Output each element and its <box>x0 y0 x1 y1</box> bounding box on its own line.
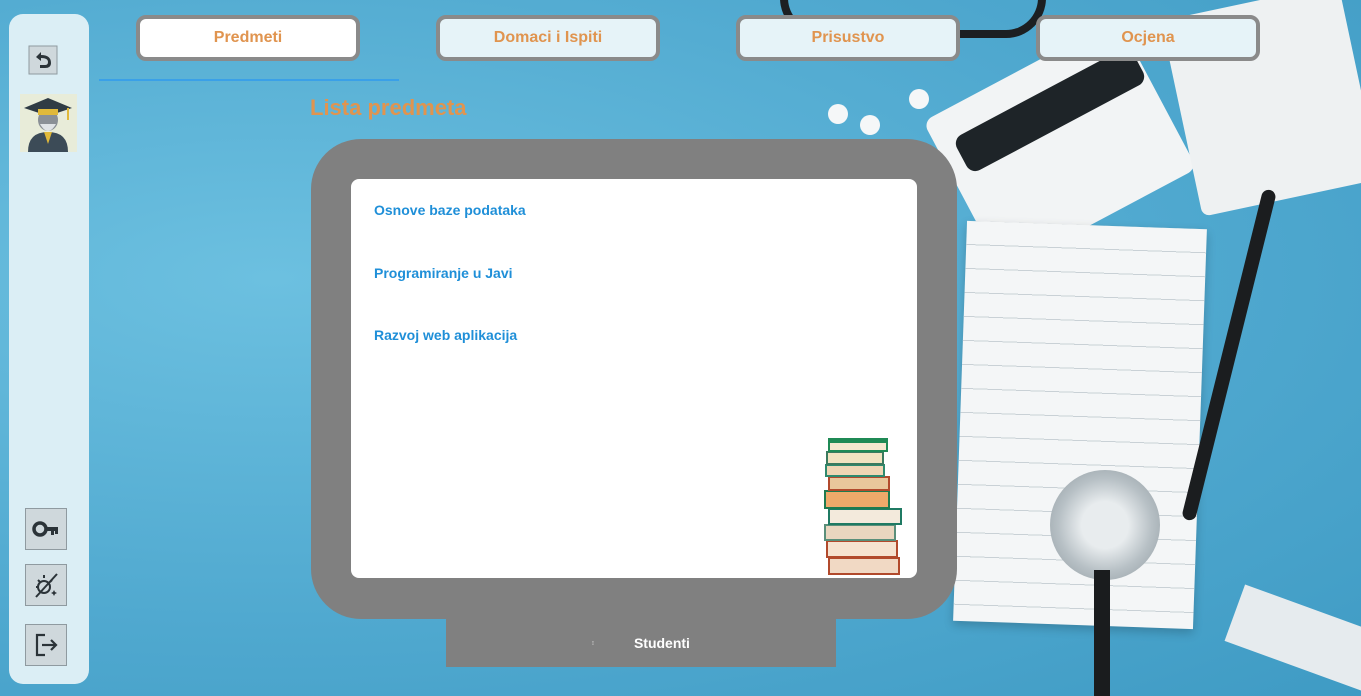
students-tab-label: Studenti <box>633 635 690 651</box>
pill-decoration <box>860 115 880 135</box>
theme-toggle-button[interactable] <box>25 564 67 606</box>
tab-prisustvo[interactable]: Prisustvo <box>736 15 960 61</box>
tab-marker: ⁝ <box>592 640 594 647</box>
ruler-decoration <box>1224 584 1361 696</box>
logout-icon <box>35 633 58 657</box>
list-item[interactable]: Razvoj web aplikacija <box>374 327 517 343</box>
books-illustration <box>824 438 902 575</box>
tab-ocjena[interactable]: Ocjena <box>1036 15 1260 61</box>
key-icon <box>32 521 58 537</box>
tab-predmeti[interactable]: Predmeti <box>136 15 360 61</box>
logout-button[interactable] <box>25 624 67 666</box>
student-avatar[interactable] <box>20 94 77 152</box>
active-tab-underline <box>99 79 399 81</box>
student-avatar-icon <box>24 98 72 152</box>
subject-list: Osnove baze podataka Programiranje u Jav… <box>351 179 917 578</box>
stethoscope-tube-decoration <box>1094 570 1110 696</box>
pill-decoration <box>909 89 929 109</box>
change-password-button[interactable] <box>25 508 67 550</box>
stethoscope-decoration <box>1050 470 1160 580</box>
tab-domaci-i-ispiti[interactable]: Domaci i Ispiti <box>436 15 660 61</box>
pill-decoration <box>828 104 848 124</box>
back-button[interactable] <box>25 42 61 78</box>
sidebar <box>9 14 89 684</box>
theme-toggle-icon <box>35 573 58 598</box>
students-tab[interactable]: ⁝ Studenti <box>446 619 836 667</box>
list-item[interactable]: Programiranje u Javi <box>374 265 513 281</box>
page-title: Lista predmeta <box>310 95 467 120</box>
subjects-panel: Osnove baze podataka Programiranje u Jav… <box>311 139 957 619</box>
list-item[interactable]: Osnove baze podataka <box>374 202 526 218</box>
undo-icon <box>28 45 58 75</box>
